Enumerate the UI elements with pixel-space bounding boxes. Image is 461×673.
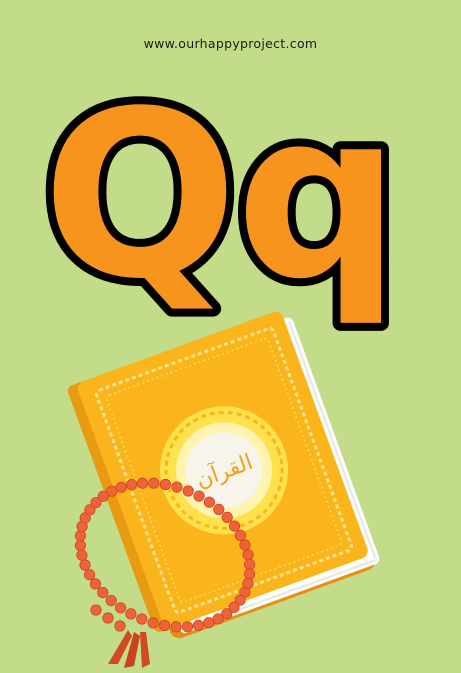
uppercase-letter: Q: [42, 63, 238, 330]
prayer-bead: [244, 558, 256, 571]
prayer-bead: [97, 586, 109, 599]
prayer-bead: [105, 594, 117, 607]
prayer-bead: [159, 619, 171, 632]
prayer-bead: [181, 621, 194, 633]
prayer-bead: [115, 481, 127, 493]
prayer-bead: [221, 511, 233, 524]
prayer-bead: [170, 621, 182, 633]
prayer-bead: [115, 602, 127, 614]
prayer-bead: [126, 478, 138, 491]
prayer-bead: [203, 496, 215, 508]
prayer-bead: [193, 490, 205, 502]
prayer-bead: [234, 529, 246, 541]
prayer-bead: [203, 617, 215, 629]
prayer-bead: [171, 481, 183, 493]
prayer-bead: [74, 539, 87, 552]
prayer-bead: [136, 613, 148, 625]
prayer-bead: [76, 549, 88, 561]
prayer-bead: [213, 503, 225, 515]
prayer-bead: [212, 613, 224, 625]
prayer-bead: [148, 477, 160, 489]
prayer-bead: [242, 577, 254, 590]
prayer-bead: [90, 604, 102, 616]
flashcard: Q q القرآن www.ourhappyproject.com: [0, 0, 461, 673]
prayer-bead: [102, 612, 114, 624]
flashcard-artwork: Q q القرآن: [0, 0, 461, 673]
prayer-bead: [125, 608, 137, 620]
prayer-bead: [74, 530, 87, 542]
prayer-bead: [89, 578, 102, 590]
prayer-bead: [239, 539, 251, 551]
prayer-bead: [242, 549, 254, 561]
prayer-bead: [147, 617, 159, 629]
prayer-bead: [159, 478, 171, 491]
prayer-bead: [84, 569, 96, 581]
prayer-bead: [192, 619, 204, 632]
prayer-bead: [106, 485, 118, 497]
prayer-bead: [114, 620, 126, 632]
website-url: www.ourhappyproject.com: [143, 36, 318, 51]
prayer-bead: [228, 520, 241, 532]
prayer-bead: [136, 477, 149, 489]
prayer-bead: [79, 559, 91, 571]
lowercase-letter: q: [236, 63, 401, 330]
prayer-bead: [244, 568, 256, 580]
prayer-bead: [182, 485, 194, 497]
